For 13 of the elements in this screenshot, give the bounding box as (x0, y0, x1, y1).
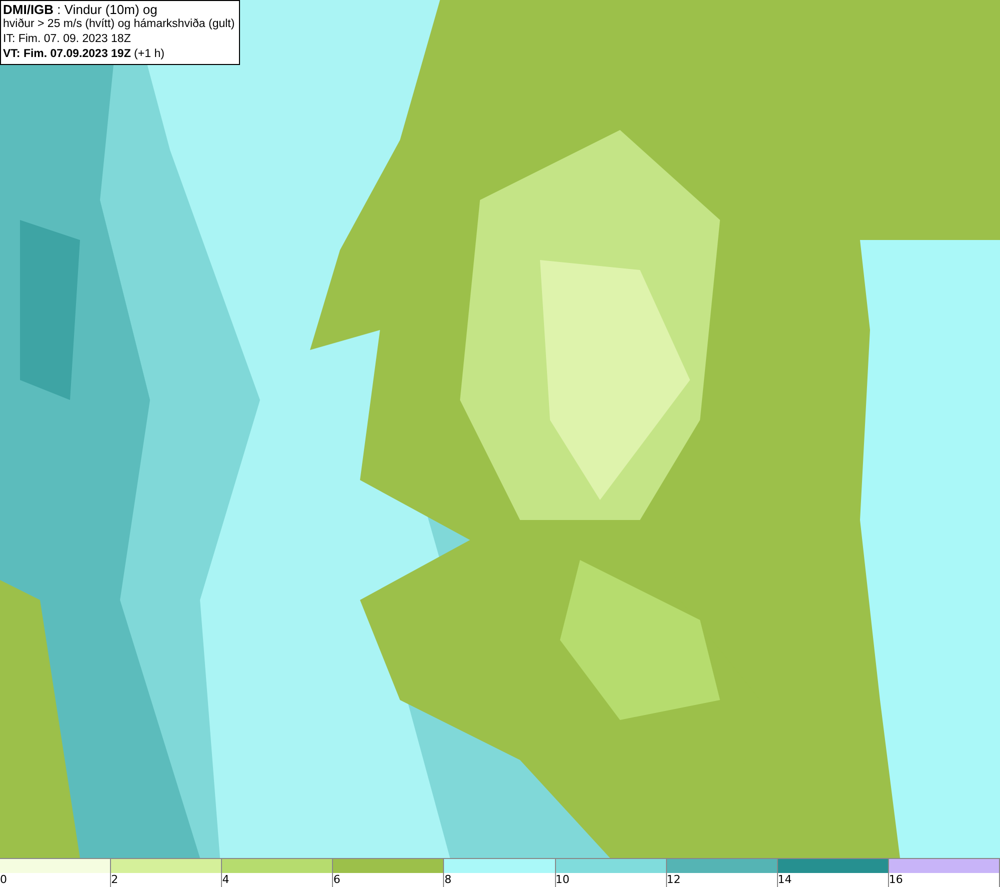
legend-label: 16 (888, 873, 903, 886)
legend-label: 10 (556, 873, 570, 886)
legend-label: 14 (778, 873, 792, 886)
info-text: VT: Fim. 07.09.2023 19Z (+1 h) (3, 47, 166, 62)
legend-label: 6 (333, 873, 340, 886)
legend-label: 12 (666, 873, 681, 886)
legend-label: 2 (111, 873, 118, 886)
info-text: IT: Fim. 07. 09. 2023 18Z (3, 32, 132, 47)
legend-label: 4 (222, 873, 230, 886)
info-text: hviður > 25 m/s (hvítt) og hámarkshviða (gult) (3, 17, 235, 32)
legend-label: 0 (0, 873, 7, 886)
info-text: DMI/IGB : Vindur (10m) og (3, 2, 158, 17)
legend-label: 8 (444, 873, 452, 886)
